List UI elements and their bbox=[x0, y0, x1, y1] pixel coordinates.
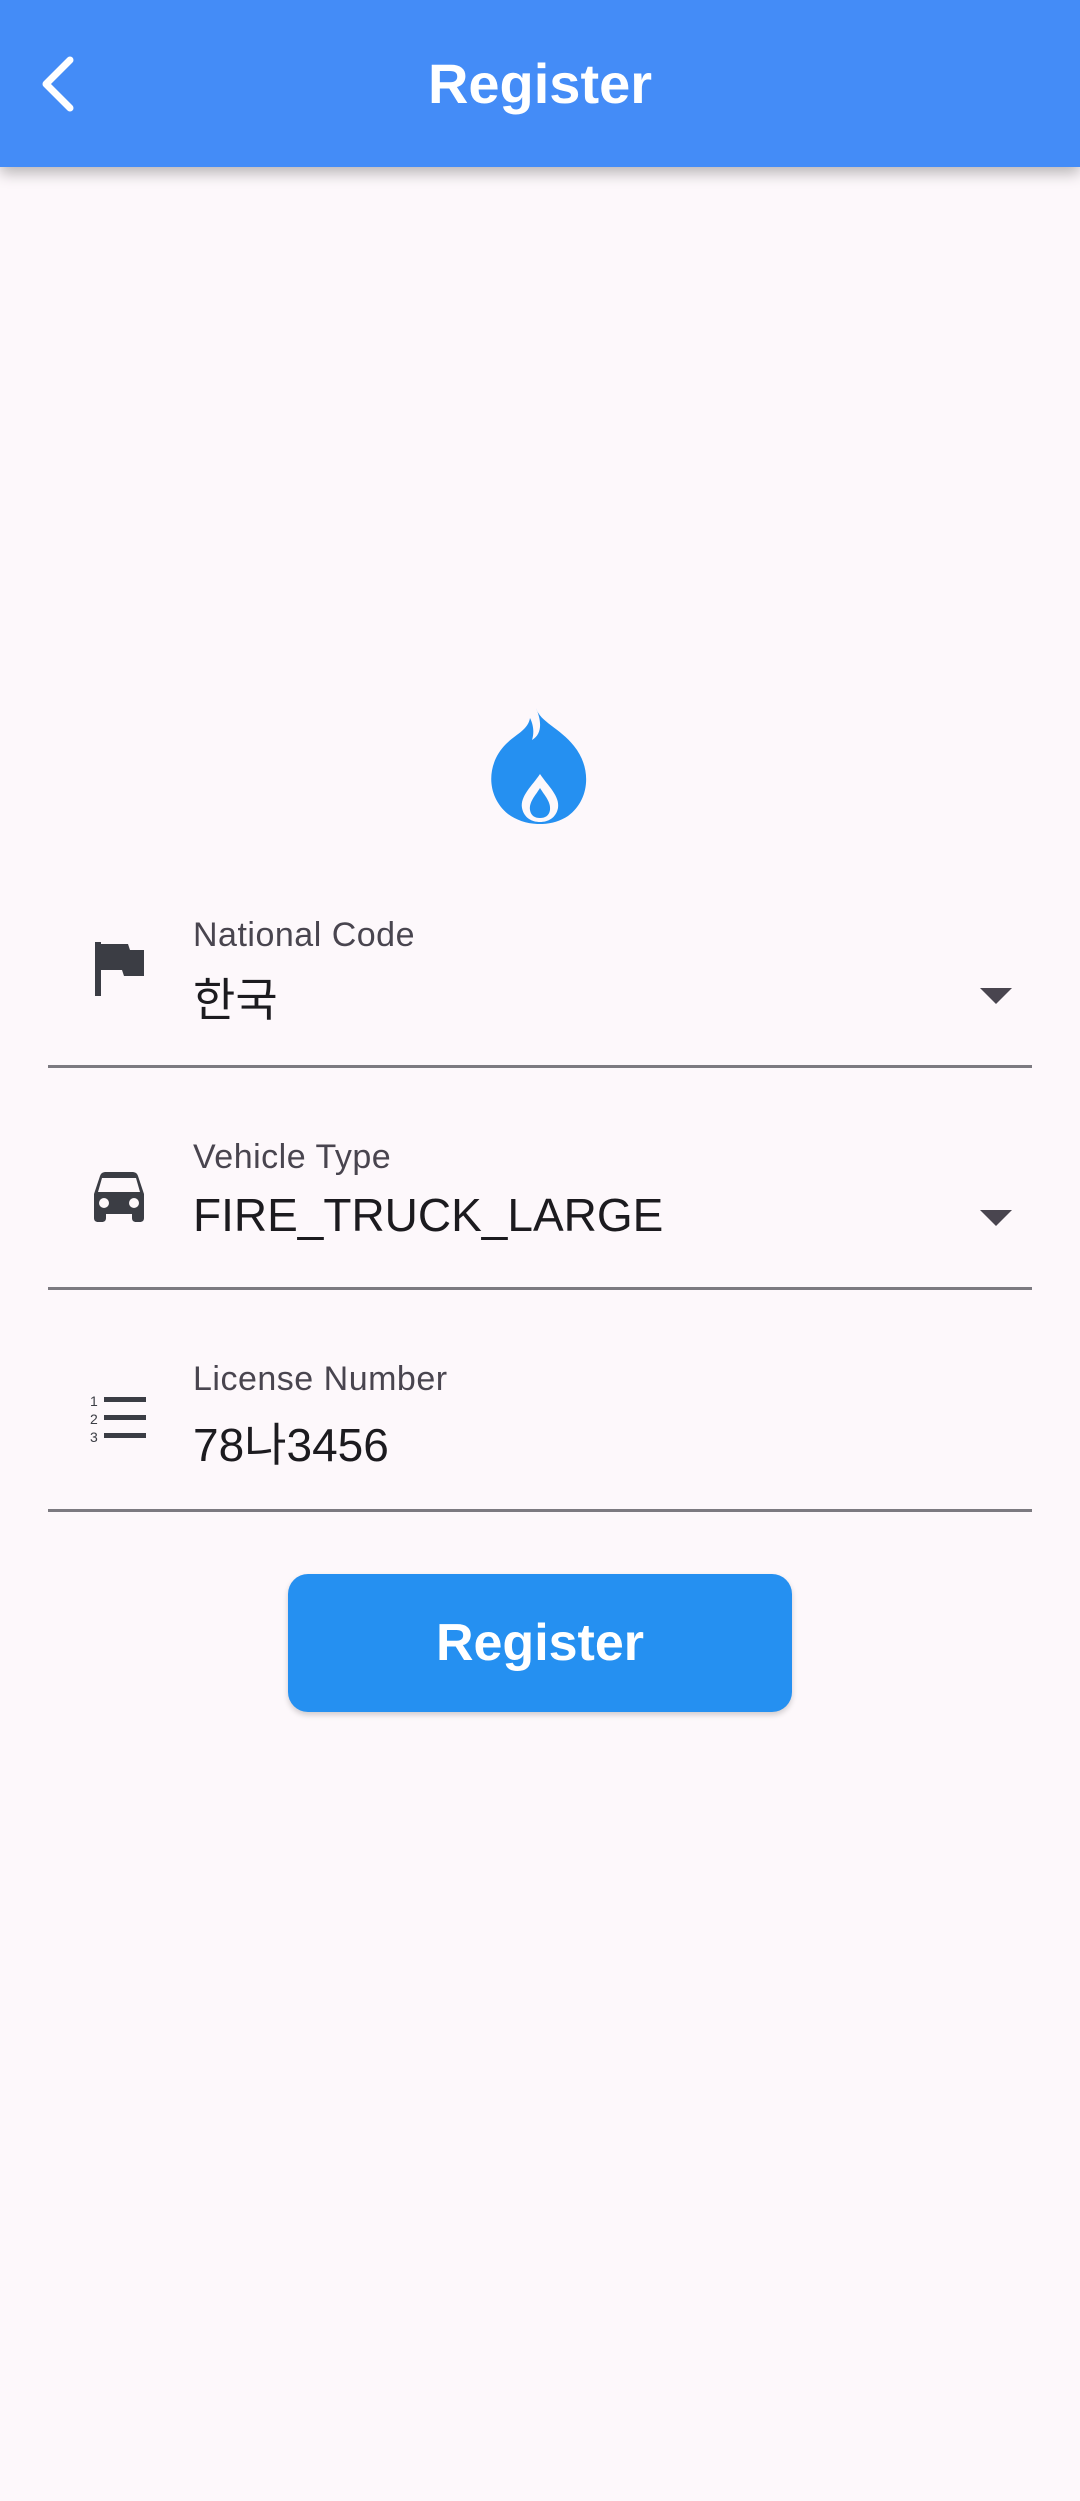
national-code-label: National Code bbox=[193, 916, 415, 954]
car-icon bbox=[94, 1172, 144, 1222]
national-code-dropdown[interactable]: National Code 한국 bbox=[48, 908, 1032, 1068]
svg-text:3: 3 bbox=[90, 1429, 98, 1445]
svg-text:1: 1 bbox=[90, 1393, 98, 1409]
license-number-label: License Number bbox=[193, 1360, 448, 1398]
license-number-field[interactable]: 1 2 3 License Number bbox=[48, 1352, 1032, 1512]
register-button[interactable]: Register bbox=[288, 1574, 792, 1712]
page-title: Register bbox=[427, 52, 653, 115]
chevron-down-icon bbox=[980, 1210, 1012, 1226]
license-number-input[interactable] bbox=[193, 1412, 1013, 1472]
flag-icon bbox=[95, 942, 144, 996]
national-code-value: 한국 bbox=[193, 974, 278, 1026]
vehicle-type-dropdown[interactable]: Vehicle Type FIRE_TRUCK_LARGE bbox=[48, 1130, 1032, 1290]
chevron-down-icon bbox=[980, 988, 1012, 1004]
numbered-list-icon: 1 2 3 bbox=[90, 1393, 146, 1445]
flame-drop-icon bbox=[491, 708, 586, 824]
vehicle-type-label: Vehicle Type bbox=[193, 1138, 392, 1176]
svg-text:2: 2 bbox=[90, 1411, 98, 1427]
app-bar: Register bbox=[0, 0, 1080, 167]
vehicle-type-value: FIRE_TRUCK_LARGE bbox=[193, 1189, 664, 1241]
